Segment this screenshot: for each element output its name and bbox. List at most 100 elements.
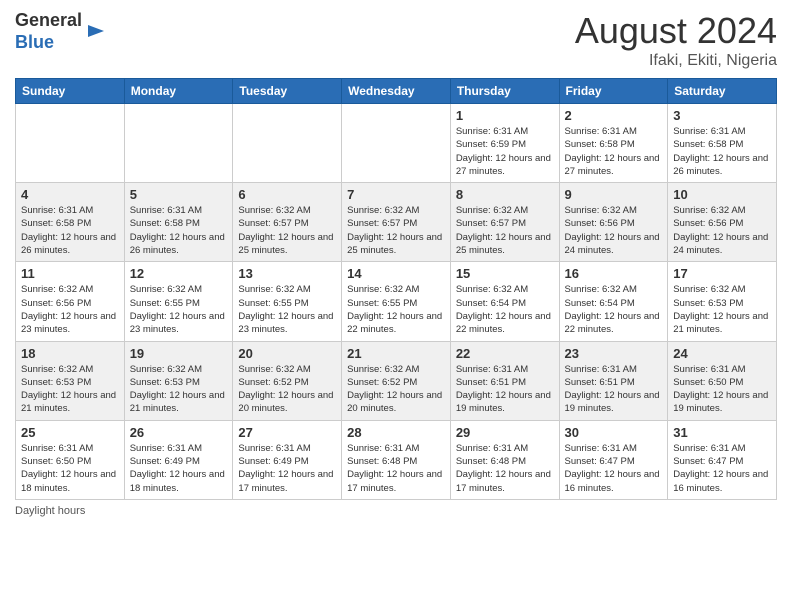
- footer: Daylight hours: [15, 505, 777, 517]
- page: General Blue August 2024 Ifaki, Ekiti, N…: [0, 0, 792, 612]
- day-number: 2: [565, 108, 663, 123]
- calendar-cell: 3Sunrise: 6:31 AM Sunset: 6:58 PM Daylig…: [668, 104, 777, 183]
- calendar-week-row: 18Sunrise: 6:32 AM Sunset: 6:53 PM Dayli…: [16, 341, 777, 420]
- col-header-saturday: Saturday: [668, 79, 777, 104]
- day-info: Sunrise: 6:31 AM Sunset: 6:59 PM Dayligh…: [456, 125, 554, 178]
- calendar-cell: 10Sunrise: 6:32 AM Sunset: 6:56 PM Dayli…: [668, 183, 777, 262]
- day-number: 25: [21, 425, 119, 440]
- day-info: Sunrise: 6:31 AM Sunset: 6:51 PM Dayligh…: [565, 363, 663, 416]
- calendar-cell: 1 Sunrise: 6:31 AM Sunset: 6:59 PM Daylig…: [450, 104, 559, 183]
- col-header-wednesday: Wednesday: [342, 79, 451, 104]
- day-number: 23: [565, 346, 663, 361]
- calendar-cell: [124, 104, 233, 183]
- day-number: 6: [238, 187, 336, 202]
- header: General Blue August 2024 Ifaki, Ekiti, N…: [15, 10, 777, 70]
- col-header-sunday: Sunday: [16, 79, 125, 104]
- day-info: Sunrise: 6:31 AM Sunset: 6:47 PM Dayligh…: [565, 442, 663, 495]
- title-block: August 2024 Ifaki, Ekiti, Nigeria: [575, 10, 777, 70]
- calendar-cell: 9 Sunrise: 6:32 AM Sunset: 6:56 PM Daylig…: [559, 183, 668, 262]
- day-number: 14: [347, 266, 445, 281]
- day-number: 1: [456, 108, 554, 123]
- calendar-cell: [16, 104, 125, 183]
- calendar-cell: 16 Sunrise: 6:32 AM Sunset: 6:54 PM Dayli…: [559, 262, 668, 341]
- day-info: Sunrise: 6:31 AM Sunset: 6:58 PM Dayligh…: [130, 204, 228, 257]
- day-number: 24: [673, 346, 771, 361]
- day-info: Sunrise: 6:31 AM Sunset: 6:49 PM Dayligh…: [238, 442, 336, 495]
- calendar-week-row: 1 Sunrise: 6:31 AM Sunset: 6:59 PM Daylig…: [16, 104, 777, 183]
- day-info: Sunrise: 6:31 AM Sunset: 6:49 PM Dayligh…: [130, 442, 228, 495]
- day-number: 5: [130, 187, 228, 202]
- calendar-cell: 31 Sunrise: 6:31 AM Sunset: 6:47 PM Dayli…: [668, 420, 777, 499]
- calendar-header-row: SundayMondayTuesdayWednesdayThursdayFrid…: [16, 79, 777, 104]
- day-number: 31: [673, 425, 771, 440]
- day-info: Sunrise: 6:31 AM Sunset: 6:48 PM Dayligh…: [456, 442, 554, 495]
- day-number: 7: [347, 187, 445, 202]
- calendar: SundayMondayTuesdayWednesdayThursdayFrid…: [15, 78, 777, 500]
- day-number: 16: [565, 266, 663, 281]
- day-info: Sunrise: 6:32 AM Sunset: 6:56 PM Dayligh…: [565, 204, 663, 257]
- day-info: Sunrise: 6:32 AM Sunset: 6:54 PM Dayligh…: [565, 283, 663, 336]
- day-number: 15: [456, 266, 554, 281]
- logo: General Blue: [15, 10, 106, 53]
- day-info: Sunrise: 6:32 AM Sunset: 6:57 PM Dayligh…: [456, 204, 554, 257]
- col-header-thursday: Thursday: [450, 79, 559, 104]
- day-info: Sunrise: 6:32 AM Sunset: 6:53 PM Dayligh…: [21, 363, 119, 416]
- day-number: 4: [21, 187, 119, 202]
- day-number: 22: [456, 346, 554, 361]
- calendar-cell: 24 Sunrise: 6:31 AM Sunset: 6:50 PM Dayli…: [668, 341, 777, 420]
- logo-text: General Blue: [15, 10, 82, 53]
- day-number: 29: [456, 425, 554, 440]
- calendar-week-row: 4 Sunrise: 6:31 AM Sunset: 6:58 PM Daylig…: [16, 183, 777, 262]
- col-header-monday: Monday: [124, 79, 233, 104]
- day-info: Sunrise: 6:31 AM Sunset: 6:50 PM Dayligh…: [21, 442, 119, 495]
- day-number: 28: [347, 425, 445, 440]
- calendar-week-row: 11Sunrise: 6:32 AM Sunset: 6:56 PM Dayli…: [16, 262, 777, 341]
- calendar-cell: 22 Sunrise: 6:31 AM Sunset: 6:51 PM Dayli…: [450, 341, 559, 420]
- day-info: Sunrise: 6:31 AM Sunset: 6:47 PM Dayligh…: [673, 442, 771, 495]
- day-info: Sunrise: 6:32 AM Sunset: 6:55 PM Dayligh…: [347, 283, 445, 336]
- day-number: 8: [456, 187, 554, 202]
- calendar-cell: 13 Sunrise: 6:32 AM Sunset: 6:55 PM Dayli…: [233, 262, 342, 341]
- day-info: Sunrise: 6:32 AM Sunset: 6:52 PM Dayligh…: [238, 363, 336, 416]
- calendar-cell: 7 Sunrise: 6:32 AM Sunset: 6:57 PM Daylig…: [342, 183, 451, 262]
- calendar-cell: 29 Sunrise: 6:31 AM Sunset: 6:48 PM Dayli…: [450, 420, 559, 499]
- day-info: Sunrise: 6:32 AM Sunset: 6:55 PM Dayligh…: [238, 283, 336, 336]
- calendar-cell: 18Sunrise: 6:32 AM Sunset: 6:53 PM Dayli…: [16, 341, 125, 420]
- logo-arrow-icon: [86, 21, 106, 41]
- col-header-tuesday: Tuesday: [233, 79, 342, 104]
- month-year: August 2024: [575, 10, 777, 52]
- calendar-cell: 27Sunrise: 6:31 AM Sunset: 6:49 PM Dayli…: [233, 420, 342, 499]
- calendar-cell: 20Sunrise: 6:32 AM Sunset: 6:52 PM Dayli…: [233, 341, 342, 420]
- day-number: 3: [673, 108, 771, 123]
- day-info: Sunrise: 6:31 AM Sunset: 6:51 PM Dayligh…: [456, 363, 554, 416]
- calendar-cell: 8 Sunrise: 6:32 AM Sunset: 6:57 PM Daylig…: [450, 183, 559, 262]
- day-info: Sunrise: 6:32 AM Sunset: 6:57 PM Dayligh…: [347, 204, 445, 257]
- day-number: 9: [565, 187, 663, 202]
- day-info: Sunrise: 6:32 AM Sunset: 6:54 PM Dayligh…: [456, 283, 554, 336]
- day-info: Sunrise: 6:32 AM Sunset: 6:53 PM Dayligh…: [673, 283, 771, 336]
- calendar-cell: 21Sunrise: 6:32 AM Sunset: 6:52 PM Dayli…: [342, 341, 451, 420]
- daylight-label: Daylight hours: [15, 505, 85, 517]
- day-info: Sunrise: 6:32 AM Sunset: 6:55 PM Dayligh…: [130, 283, 228, 336]
- day-info: Sunrise: 6:32 AM Sunset: 6:53 PM Dayligh…: [130, 363, 228, 416]
- day-number: 30: [565, 425, 663, 440]
- calendar-cell: 12 Sunrise: 6:32 AM Sunset: 6:55 PM Dayli…: [124, 262, 233, 341]
- day-number: 12: [130, 266, 228, 281]
- day-info: Sunrise: 6:32 AM Sunset: 6:57 PM Dayligh…: [238, 204, 336, 257]
- calendar-cell: 5 Sunrise: 6:31 AM Sunset: 6:58 PM Daylig…: [124, 183, 233, 262]
- day-number: 10: [673, 187, 771, 202]
- calendar-cell: 17Sunrise: 6:32 AM Sunset: 6:53 PM Dayli…: [668, 262, 777, 341]
- day-number: 19: [130, 346, 228, 361]
- calendar-cell: 26 Sunrise: 6:31 AM Sunset: 6:49 PM Dayli…: [124, 420, 233, 499]
- day-number: 26: [130, 425, 228, 440]
- calendar-cell: 14 Sunrise: 6:32 AM Sunset: 6:55 PM Dayli…: [342, 262, 451, 341]
- day-info: Sunrise: 6:31 AM Sunset: 6:50 PM Dayligh…: [673, 363, 771, 416]
- calendar-week-row: 25 Sunrise: 6:31 AM Sunset: 6:50 PM Dayli…: [16, 420, 777, 499]
- calendar-cell: [342, 104, 451, 183]
- day-info: Sunrise: 6:32 AM Sunset: 6:52 PM Dayligh…: [347, 363, 445, 416]
- day-info: Sunrise: 6:31 AM Sunset: 6:58 PM Dayligh…: [565, 125, 663, 178]
- day-number: 13: [238, 266, 336, 281]
- calendar-cell: 6 Sunrise: 6:32 AM Sunset: 6:57 PM Daylig…: [233, 183, 342, 262]
- calendar-cell: 30 Sunrise: 6:31 AM Sunset: 6:47 PM Dayli…: [559, 420, 668, 499]
- day-info: Sunrise: 6:31 AM Sunset: 6:58 PM Dayligh…: [21, 204, 119, 257]
